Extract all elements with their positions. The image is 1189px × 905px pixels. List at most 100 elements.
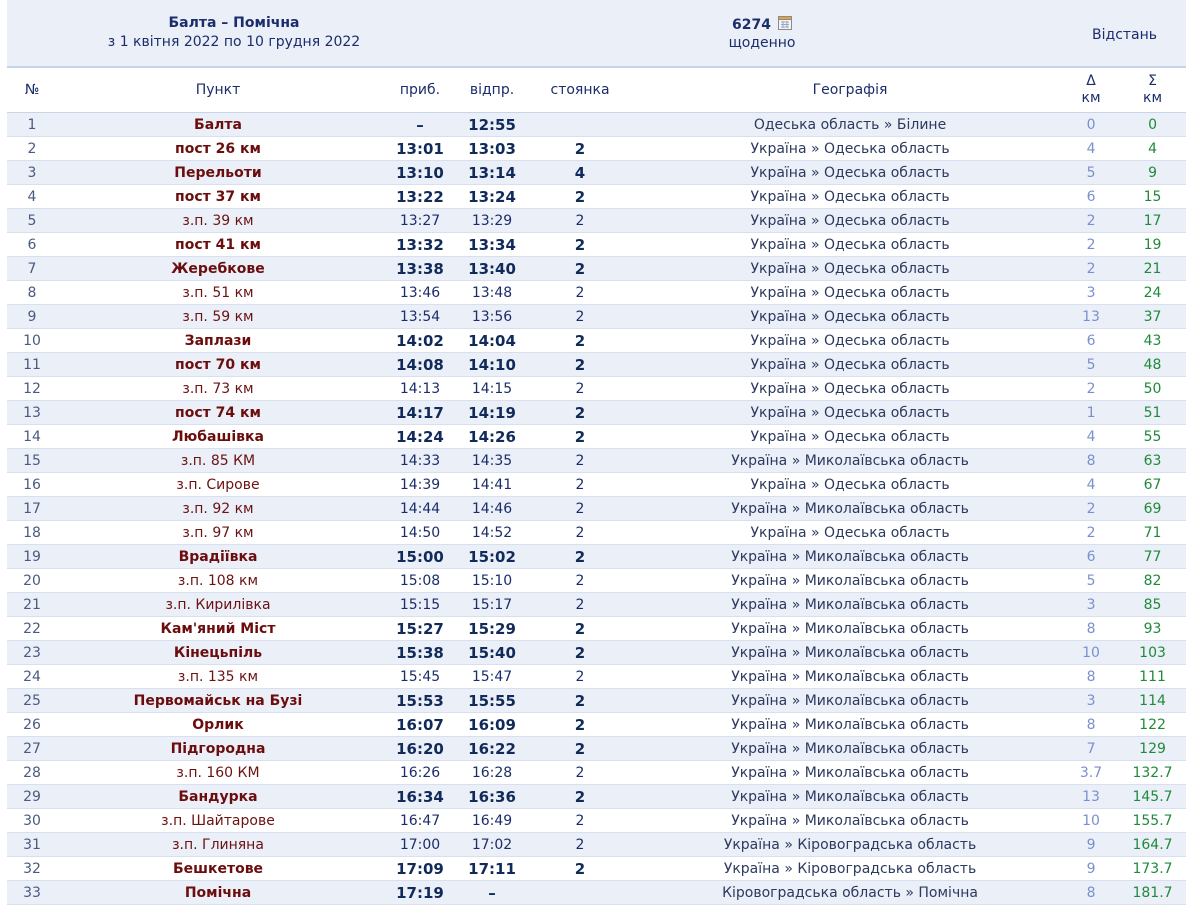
station-link[interactable]: з.п. 97 км <box>57 520 379 545</box>
station-link[interactable]: з.п. 160 КМ <box>57 760 379 785</box>
station-link[interactable]: з.п. 85 КМ <box>57 448 379 473</box>
delta-km: 3.7 <box>1063 760 1120 785</box>
geography[interactable]: Україна » Кіровоградська область <box>637 856 1064 881</box>
departure-time: 13:24 <box>461 184 524 209</box>
delta-km: 9 <box>1063 832 1120 857</box>
geography[interactable]: Україна » Одеська область <box>637 352 1064 377</box>
geography[interactable]: Україна » Миколаївська область <box>637 664 1064 689</box>
geography[interactable]: Україна » Миколаївська область <box>637 592 1064 617</box>
total-km: 63 <box>1119 448 1187 473</box>
row-number: 29 <box>7 784 57 809</box>
station-link[interactable]: з.п. 73 км <box>57 376 379 401</box>
geography[interactable]: Україна » Миколаївська область <box>637 736 1064 761</box>
total-km: 17 <box>1119 208 1187 233</box>
station-link[interactable]: Первомайськ на Бузі <box>57 688 379 713</box>
departure-time: 17:11 <box>461 856 524 881</box>
geography[interactable]: Україна » Миколаївська область <box>637 784 1064 809</box>
station-link[interactable]: пост 41 км <box>57 232 379 257</box>
station-link[interactable]: з.п. 135 км <box>57 664 379 689</box>
geography[interactable]: Україна » Миколаївська область <box>637 496 1064 521</box>
station-link[interactable]: Заплази <box>57 328 379 353</box>
geography[interactable]: Одеська область » Білине <box>637 112 1064 137</box>
station-link[interactable]: пост 26 км <box>57 136 379 161</box>
geography[interactable]: Україна » Одеська область <box>637 208 1064 233</box>
station-link[interactable]: з.п. 108 км <box>57 568 379 593</box>
arrival-time: 14:17 <box>379 400 462 425</box>
station-link[interactable]: з.п. Шайтарове <box>57 808 379 833</box>
station-link[interactable]: з.п. 92 км <box>57 496 379 521</box>
stop-duration: 2 <box>523 808 638 833</box>
total-km: 77 <box>1119 544 1187 569</box>
geography[interactable]: Україна » Миколаївська область <box>637 544 1064 569</box>
departure-time: 16:49 <box>461 808 524 833</box>
geography[interactable]: Україна » Одеська область <box>637 328 1064 353</box>
geography[interactable]: Україна » Одеська область <box>637 400 1064 425</box>
geography[interactable]: Україна » Миколаївська область <box>637 568 1064 593</box>
geography[interactable]: Україна » Миколаївська область <box>637 448 1064 473</box>
station-link[interactable]: Врадіївка <box>57 544 379 569</box>
delta-km: 9 <box>1063 856 1120 881</box>
total-km: 24 <box>1119 280 1187 305</box>
row-number: 30 <box>7 808 57 833</box>
geography[interactable]: Україна » Миколаївська область <box>637 760 1064 785</box>
delta-km: 10 <box>1063 640 1120 665</box>
total-km: 93 <box>1119 616 1187 641</box>
geography[interactable]: Україна » Одеська область <box>637 256 1064 281</box>
geography[interactable]: Україна » Миколаївська область <box>637 688 1064 713</box>
geography[interactable]: Україна » Миколаївська область <box>637 808 1064 833</box>
station-link[interactable]: пост 70 км <box>57 352 379 377</box>
station-link[interactable]: Орлик <box>57 712 379 737</box>
delta-km: 6 <box>1063 544 1120 569</box>
station-link[interactable]: Помічна <box>57 880 379 905</box>
geography[interactable]: Україна » Одеська область <box>637 136 1064 161</box>
delta-km: 13 <box>1063 304 1120 329</box>
station-link[interactable]: з.п. Глиняна <box>57 832 379 857</box>
geography[interactable]: Кіровоградська область » Помічна <box>637 880 1064 905</box>
station-link[interactable]: Кам'яний Міст <box>57 616 379 641</box>
geography[interactable]: Україна » Одеська область <box>637 232 1064 257</box>
station-link[interactable]: Перельоти <box>57 160 379 185</box>
stop-duration: 2 <box>523 280 638 305</box>
row-number: 19 <box>7 544 57 569</box>
geography[interactable]: Україна » Одеська область <box>637 184 1064 209</box>
delta-km: 2 <box>1063 208 1120 233</box>
geography[interactable]: Україна » Одеська область <box>637 376 1064 401</box>
geography[interactable]: Україна » Миколаївська область <box>637 616 1064 641</box>
delta-km: 8 <box>1063 712 1120 737</box>
station-link[interactable]: з.п. 59 км <box>57 304 379 329</box>
geography[interactable]: Україна » Одеська область <box>637 304 1064 329</box>
departure-time: 16:22 <box>461 736 524 761</box>
station-link[interactable]: пост 37 км <box>57 184 379 209</box>
train-number[interactable]: 6274 <box>732 17 771 33</box>
geography[interactable]: Україна » Кіровоградська область <box>637 832 1064 857</box>
table-row: 26 Орлик 16:07 16:09 2 Україна » Миколаївська… <box>7 712 1187 737</box>
station-link[interactable]: з.п. 39 км <box>57 208 379 233</box>
table-row: 32 Бешкетове 17:09 17:11 2 Україна » Кіровогр… <box>7 856 1187 881</box>
station-link[interactable]: пост 74 км <box>57 400 379 425</box>
station-link[interactable]: Кінецьпіль <box>57 640 379 665</box>
geography[interactable]: Україна » Миколаївська область <box>637 712 1064 737</box>
geography[interactable]: Україна » Одеська область <box>637 520 1064 545</box>
geography[interactable]: Україна » Миколаївська область <box>637 640 1064 665</box>
geography[interactable]: Україна » Одеська область <box>637 280 1064 305</box>
station-link[interactable]: з.п. Кирилівка <box>57 592 379 617</box>
row-number: 31 <box>7 832 57 857</box>
geography[interactable]: Україна » Одеська область <box>637 472 1064 497</box>
station-link[interactable]: з.п. Сирове <box>57 472 379 497</box>
delta-km: 8 <box>1063 664 1120 689</box>
geography[interactable]: Україна » Одеська область <box>637 160 1064 185</box>
arrival-time: 16:07 <box>379 712 462 737</box>
route-header: Балта – Помічна з 1 квітня 2022 по 10 гр… <box>7 0 1187 68</box>
total-km: 173.7 <box>1119 856 1187 881</box>
station-link[interactable]: Жеребкове <box>57 256 379 281</box>
row-number: 6 <box>7 232 57 257</box>
geography[interactable]: Україна » Одеська область <box>637 424 1064 449</box>
station-link[interactable]: Підгородна <box>57 736 379 761</box>
station-link[interactable]: з.п. 51 км <box>57 280 379 305</box>
schedule-table: Балта – Помічна з 1 квітня 2022 по 10 гр… <box>7 0 1187 905</box>
station-link[interactable]: Бандурка <box>57 784 379 809</box>
station-link[interactable]: Любашівка <box>57 424 379 449</box>
calendar-icon[interactable] <box>778 15 793 30</box>
station-link[interactable]: Бешкетове <box>57 856 379 881</box>
station-link[interactable]: Балта <box>57 112 379 137</box>
